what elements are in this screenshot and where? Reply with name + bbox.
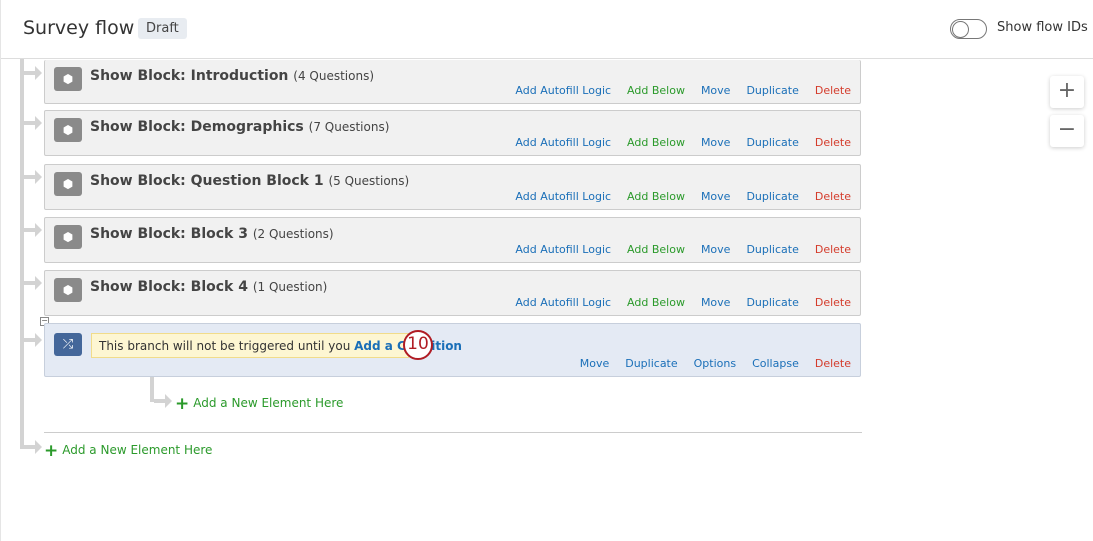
block-actions: Add Autofill Logic Add Below Move Duplicate… xyxy=(515,243,851,256)
flow-block: ⬢ Show Block: Introduction (4 Questions)… xyxy=(44,60,861,104)
block-title-text: Show Block: Demographics xyxy=(90,119,304,135)
duplicate-link[interactable]: Duplicate xyxy=(746,296,798,309)
block-title: Show Block: Block 4 (1 Question) xyxy=(90,279,327,295)
add-element-label: Add a New Element Here xyxy=(193,396,344,410)
block-title-text: Show Block: Question Block 1 xyxy=(90,173,324,189)
flow-arrow-icon xyxy=(24,333,42,347)
delete-link[interactable]: Delete xyxy=(815,296,851,309)
block-icon: ⬢ xyxy=(54,118,82,142)
add-autofill-logic-link[interactable]: Add Autofill Logic xyxy=(515,243,611,256)
block-title-text: Show Block: Block 4 xyxy=(90,279,248,295)
branch-icon: ⤮ xyxy=(54,333,82,356)
question-count: (7 Questions) xyxy=(308,120,390,134)
flow-block: ⬢ Show Block: Demographics (7 Questions)… xyxy=(44,110,861,156)
move-link[interactable]: Move xyxy=(701,243,731,256)
flow-arrow-icon xyxy=(24,66,42,80)
add-below-link[interactable]: Add Below xyxy=(627,243,685,256)
move-link[interactable]: Move xyxy=(701,84,731,97)
page-title: Survey flow xyxy=(23,17,135,39)
add-below-link[interactable]: Add Below xyxy=(627,190,685,203)
show-flow-ids-toggle[interactable] xyxy=(950,19,987,39)
duplicate-link[interactable]: Duplicate xyxy=(746,84,798,97)
block-actions: Add Autofill Logic Add Below Move Duplicate… xyxy=(515,296,851,309)
block-title: Show Block: Introduction (4 Questions) xyxy=(90,68,374,84)
block-actions: Add Autofill Logic Add Below Move Duplicate… xyxy=(515,136,851,149)
block-title: Show Block: Question Block 1 (5 Question… xyxy=(90,173,409,189)
show-flow-ids-label: Show flow IDs xyxy=(997,20,1088,35)
block-icon: ⬢ xyxy=(54,172,82,196)
block-title-text: Show Block: Block 3 xyxy=(90,226,248,242)
branch-warning-text: This branch will not be triggered until … xyxy=(99,339,351,353)
flow-arrow-icon xyxy=(24,116,42,130)
delete-link[interactable]: Delete xyxy=(815,84,851,97)
duplicate-link[interactable]: Duplicate xyxy=(746,243,798,256)
plus-icon: + xyxy=(175,394,190,414)
branch-options-link[interactable]: Options xyxy=(694,357,736,370)
add-below-link[interactable]: Add Below xyxy=(627,136,685,149)
block-actions: Add Autofill Logic Add Below Move Duplicate… xyxy=(515,84,851,97)
add-below-link[interactable]: Add Below xyxy=(627,296,685,309)
question-count: (2 Questions) xyxy=(252,227,334,241)
move-link[interactable]: Move xyxy=(701,136,731,149)
question-count: (4 Questions) xyxy=(293,69,375,83)
add-autofill-logic-link[interactable]: Add Autofill Logic xyxy=(515,136,611,149)
flow-block: ⬢ Show Block: Question Block 1 (5 Questi… xyxy=(44,164,861,210)
flow-arrow-icon xyxy=(24,440,42,454)
flow-block: ⬢ Show Block: Block 4 (1 Question) Add A… xyxy=(44,270,861,316)
branch-warning: This branch will not be triggered until … xyxy=(91,333,462,358)
move-link[interactable]: Move xyxy=(701,190,731,203)
branch-duplicate-link[interactable]: Duplicate xyxy=(625,357,677,370)
duplicate-link[interactable]: Duplicate xyxy=(746,190,798,203)
delete-link[interactable]: Delete xyxy=(815,190,851,203)
question-count: (1 Question) xyxy=(252,280,328,294)
block-icon: ⬢ xyxy=(54,67,82,91)
block-title: Show Block: Demographics (7 Questions) xyxy=(90,119,389,135)
duplicate-link[interactable]: Duplicate xyxy=(746,136,798,149)
flow-arrow-icon xyxy=(24,276,42,290)
block-title: Show Block: Block 3 (2 Questions) xyxy=(90,226,334,242)
block-actions: Add Autofill Logic Add Below Move Duplicate… xyxy=(515,190,851,203)
header: Survey flow Draft Show flow IDs xyxy=(1,0,1093,59)
add-autofill-logic-link[interactable]: Add Autofill Logic xyxy=(515,296,611,309)
delete-link[interactable]: Delete xyxy=(815,136,851,149)
flow-arrow-icon xyxy=(154,394,172,408)
flow-rail xyxy=(20,59,24,449)
flow-block: ⬢ Show Block: Block 3 (2 Questions) Add … xyxy=(44,217,861,263)
question-count: (5 Questions) xyxy=(328,174,410,188)
annotation-marker: 10 xyxy=(403,330,433,360)
delete-link[interactable]: Delete xyxy=(815,243,851,256)
add-element-bottom[interactable]: + Add a New Element Here xyxy=(44,441,212,461)
flow-arrow-icon xyxy=(24,223,42,237)
add-below-link[interactable]: Add Below xyxy=(627,84,685,97)
zoom-in-button[interactable]: + xyxy=(1050,76,1084,108)
block-icon: ⬢ xyxy=(54,278,82,302)
zoom-out-button[interactable]: − xyxy=(1050,115,1084,147)
status-badge: Draft xyxy=(138,18,187,39)
branch-collapse-link[interactable]: Collapse xyxy=(752,357,799,370)
add-autofill-logic-link[interactable]: Add Autofill Logic xyxy=(515,84,611,97)
branch-delete-link[interactable]: Delete xyxy=(815,357,851,370)
divider xyxy=(44,432,862,433)
move-link[interactable]: Move xyxy=(701,296,731,309)
branch-element: ⤮ This branch will not be triggered unti… xyxy=(44,323,861,377)
add-element-label: Add a New Element Here xyxy=(62,443,213,457)
flow-arrow-icon xyxy=(24,170,42,184)
plus-icon: + xyxy=(44,441,59,461)
add-autofill-logic-link[interactable]: Add Autofill Logic xyxy=(515,190,611,203)
branch-move-link[interactable]: Move xyxy=(580,357,610,370)
add-element-in-branch[interactable]: + Add a New Element Here xyxy=(175,394,343,414)
block-icon: ⬢ xyxy=(54,225,82,249)
block-title-text: Show Block: Introduction xyxy=(90,68,289,84)
